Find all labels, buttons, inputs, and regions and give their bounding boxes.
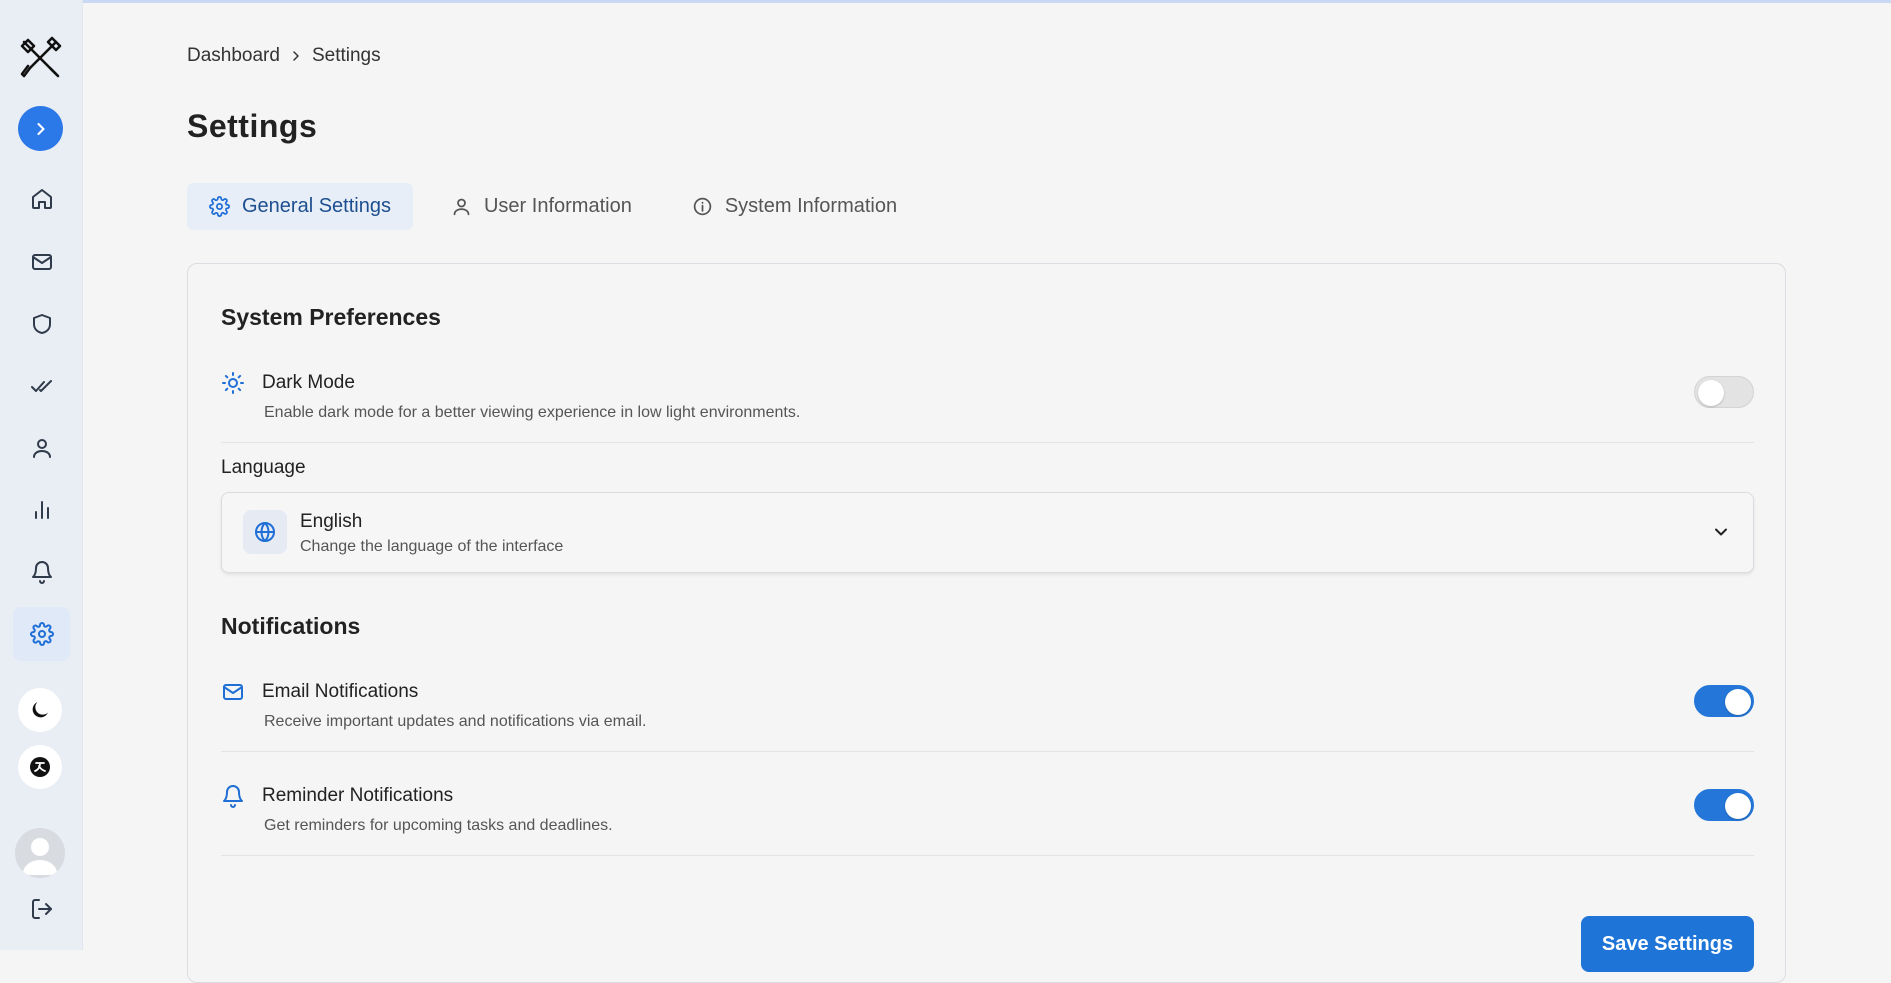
- email-notifications-toggle[interactable]: [1694, 685, 1754, 717]
- sidebar-item-mail[interactable]: [13, 235, 70, 289]
- language-description: Change the language of the interface: [300, 538, 564, 555]
- user-icon: [32, 439, 51, 458]
- reminder-notifications-setting: Reminder Notifications Get reminders for…: [221, 781, 1754, 856]
- bell-icon: [221, 784, 245, 808]
- mail-icon: [221, 680, 245, 704]
- breadcrumb-dashboard-link[interactable]: Dashboard: [187, 45, 280, 67]
- info-icon: [693, 197, 712, 216]
- sidebar-item-security[interactable]: [13, 297, 70, 351]
- dark-mode-description: Enable dark mode for a better viewing ex…: [264, 404, 801, 421]
- toggle-knob: [1725, 689, 1751, 715]
- mail-icon: [31, 254, 52, 270]
- sidebar-item-users[interactable]: [13, 421, 70, 475]
- double-check-icon: [30, 380, 52, 392]
- sidebar-item-settings[interactable]: [13, 607, 70, 661]
- sidebar-item-tasks[interactable]: [13, 359, 70, 413]
- expand-sidebar-button[interactable]: [18, 106, 63, 151]
- language-value: English: [300, 511, 363, 532]
- reminder-notifications-toggle[interactable]: [1694, 789, 1754, 821]
- settings-card: System Preferences Dark Mode Enable dark…: [187, 263, 1786, 983]
- shield-icon: [32, 314, 51, 334]
- tab-system-information[interactable]: System Information: [670, 183, 919, 230]
- chevron-down-icon: [1711, 522, 1731, 542]
- save-settings-button[interactable]: Save Settings: [1581, 916, 1754, 972]
- bell-icon: [31, 561, 52, 584]
- gear-icon: [29, 622, 54, 646]
- tools-logo-icon[interactable]: [16, 34, 64, 82]
- home-icon: [31, 189, 52, 209]
- language-switch-button[interactable]: [18, 745, 62, 789]
- user-avatar-icon: [22, 838, 58, 875]
- breadcrumb-current: Settings: [311, 45, 381, 66]
- chevron-right-icon: [36, 122, 45, 135]
- top-progress-line: [0, 0, 1891, 3]
- sun-icon: [221, 371, 245, 395]
- tab-user-information[interactable]: User Information: [429, 183, 654, 230]
- user-icon: [453, 198, 470, 216]
- tab-label: User Information: [483, 195, 632, 217]
- email-notifications-setting: Email Notifications Receive important up…: [221, 677, 1754, 752]
- logout-icon: [31, 899, 52, 919]
- gear-icon: [209, 196, 230, 217]
- dark-mode-toggle[interactable]: [1694, 376, 1754, 408]
- dark-mode-setting: Dark Mode Enable dark mode for a better …: [221, 368, 1754, 443]
- sidebar: [0, 0, 83, 950]
- tab-label: System Information: [724, 195, 898, 217]
- bar-chart-icon: [34, 501, 49, 519]
- notifications-title: Notifications: [221, 613, 361, 639]
- sidebar-item-home[interactable]: [13, 172, 70, 226]
- system-preferences-title: System Preferences: [221, 304, 441, 330]
- globe-icon: [243, 510, 287, 554]
- translate-icon: [30, 757, 50, 777]
- tab-label: General Settings: [242, 195, 391, 217]
- toggle-knob: [1698, 380, 1724, 406]
- breadcrumb: Dashboard Settings: [187, 45, 381, 67]
- page-title: Settings: [187, 108, 318, 144]
- dark-mode-toggle-button[interactable]: [18, 688, 62, 732]
- avatar[interactable]: [15, 828, 65, 878]
- moon-icon: [32, 702, 48, 718]
- sidebar-item-notifications[interactable]: [13, 545, 70, 599]
- email-notifications-label: Email Notifications: [262, 681, 419, 702]
- settings-tabs: General Settings User Information System…: [187, 183, 919, 230]
- chevron-right-icon: [293, 51, 299, 61]
- logout-button[interactable]: [13, 882, 70, 936]
- email-notifications-description: Receive important updates and notificati…: [264, 713, 647, 730]
- language-select[interactable]: English Change the language of the inter…: [221, 492, 1754, 573]
- sidebar-item-analytics[interactable]: [13, 483, 70, 537]
- dark-mode-label: Dark Mode: [262, 372, 355, 393]
- toggle-knob: [1725, 793, 1751, 819]
- reminder-notifications-description: Get reminders for upcoming tasks and dea…: [264, 817, 613, 834]
- tab-general-settings[interactable]: General Settings: [187, 183, 413, 230]
- reminder-notifications-label: Reminder Notifications: [262, 785, 454, 806]
- language-label: Language: [221, 457, 306, 478]
